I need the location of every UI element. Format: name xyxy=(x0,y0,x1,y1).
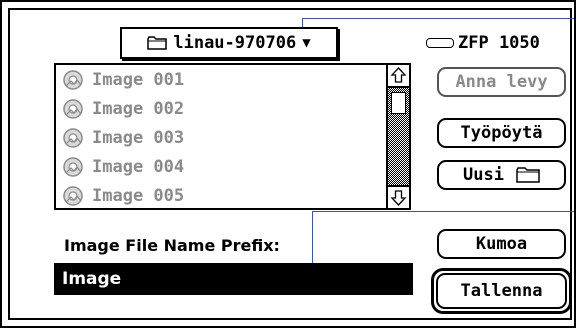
callout-line-top xyxy=(302,18,574,19)
desktop-button[interactable]: Työpöytä xyxy=(437,118,566,148)
desktop-button-label: Työpöytä xyxy=(460,123,543,143)
callout-line-bottom xyxy=(312,211,574,212)
eject-button-label: Anna levy xyxy=(455,72,548,92)
image-file-icon xyxy=(63,156,83,177)
scroll-down-button[interactable] xyxy=(388,185,409,208)
list-item[interactable]: Image 001 xyxy=(56,65,386,94)
file-list-scrollbar[interactable] xyxy=(386,65,409,208)
file-name: Image 004 xyxy=(92,156,185,177)
save-button[interactable]: Tallenna xyxy=(436,273,567,309)
scroll-thumb[interactable] xyxy=(391,92,406,114)
arrow-up-icon xyxy=(390,67,407,83)
prefix-input-value: Image xyxy=(62,269,122,289)
folder-popup-menu[interactable]: linau-970706 ▼ xyxy=(120,27,338,59)
file-name: Image 002 xyxy=(92,98,185,119)
image-file-icon xyxy=(63,69,83,90)
volume-indicator: ZFP 1050 xyxy=(426,33,540,53)
list-item[interactable]: Image 003 xyxy=(56,123,386,152)
list-item[interactable]: Image 005 xyxy=(56,181,386,210)
disk-drive-icon xyxy=(426,38,454,48)
save-button-label: Tallenna xyxy=(460,281,543,301)
chevron-down-icon: ▼ xyxy=(302,35,311,51)
new-folder-button-label: Uusi xyxy=(463,165,504,185)
volume-label: ZFP 1050 xyxy=(458,33,540,53)
file-name: Image 005 xyxy=(92,185,185,206)
image-file-icon xyxy=(63,185,83,206)
folder-icon xyxy=(147,36,168,50)
cancel-button[interactable]: Kumoa xyxy=(437,229,566,259)
image-file-icon xyxy=(63,127,83,148)
save-button-default-ring: Tallenna xyxy=(431,268,572,314)
folder-icon xyxy=(516,167,540,183)
eject-button[interactable]: Anna levy xyxy=(437,67,566,97)
prefix-label: Image File Name Prefix: xyxy=(64,236,280,255)
file-list[interactable]: Image 001 Image 002 Image 003 Image 004 … xyxy=(54,63,411,210)
arrow-down-icon xyxy=(390,190,407,206)
new-folder-button[interactable]: Uusi xyxy=(437,160,566,190)
file-name: Image 003 xyxy=(92,127,185,148)
image-file-icon xyxy=(63,98,83,119)
prefix-input[interactable]: Image xyxy=(54,263,413,295)
scroll-track[interactable] xyxy=(388,88,409,185)
list-item[interactable]: Image 002 xyxy=(56,94,386,123)
scroll-up-button[interactable] xyxy=(388,65,409,88)
cancel-button-label: Kumoa xyxy=(475,234,528,254)
folder-popup-label: linau-970706 xyxy=(173,33,297,53)
file-list-rows: Image 001 Image 002 Image 003 Image 004 … xyxy=(56,65,386,208)
file-name: Image 001 xyxy=(92,69,185,90)
list-item[interactable]: Image 004 xyxy=(56,152,386,181)
